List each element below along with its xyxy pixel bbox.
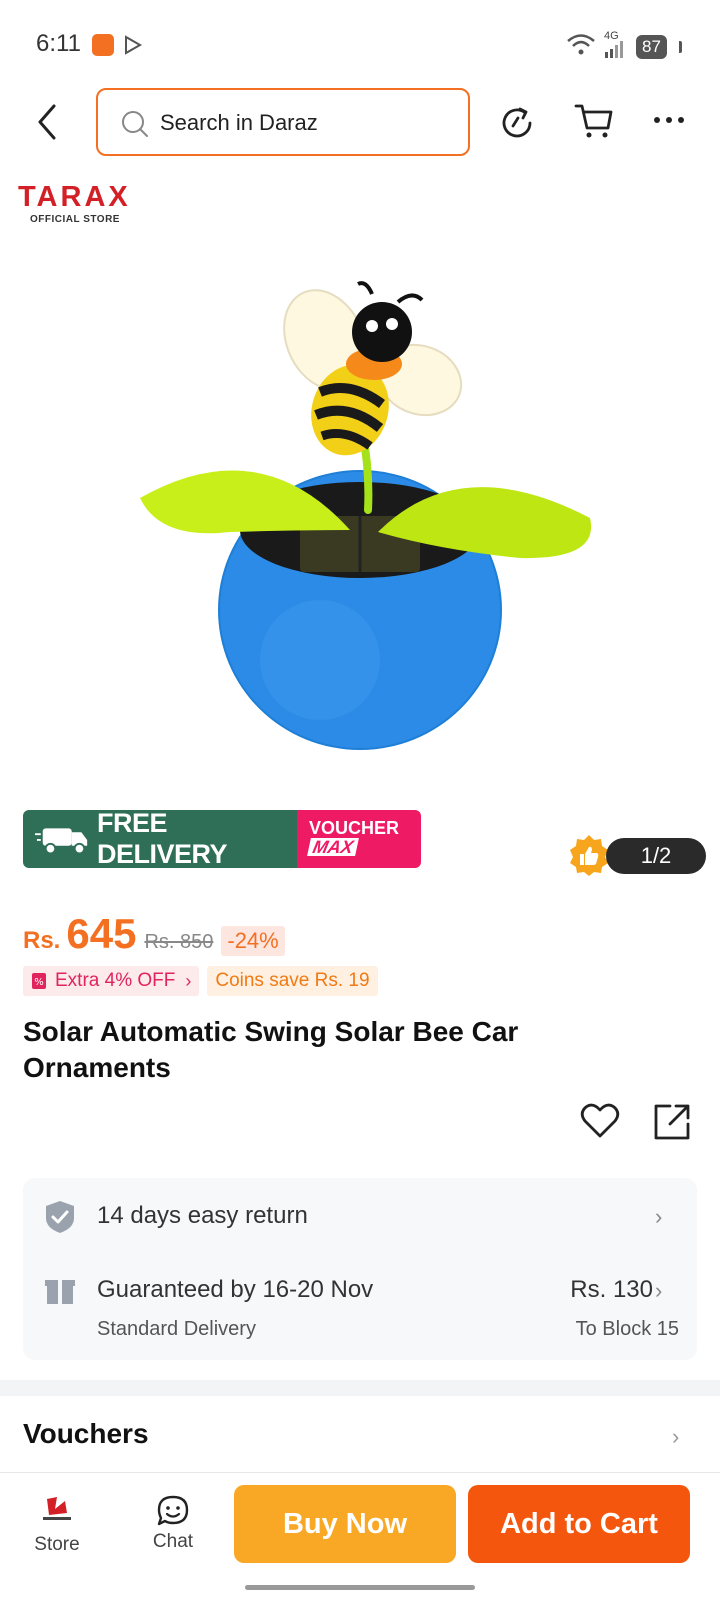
chat-tab-label: Chat bbox=[152, 1531, 194, 1552]
chevron-right-icon[interactable]: › bbox=[655, 1278, 662, 1304]
section-divider bbox=[0, 1380, 720, 1396]
svg-text:%: % bbox=[34, 977, 44, 988]
product-title: Solar Automatic Swing Solar Bee Car Orna… bbox=[23, 1016, 519, 1083]
heart-icon[interactable] bbox=[580, 1102, 620, 1140]
add-to-cart-button[interactable]: Add to Cart bbox=[468, 1485, 690, 1563]
voucher-max-text: MAX bbox=[307, 837, 359, 857]
app-notification-icon bbox=[92, 34, 114, 56]
shield-check-icon bbox=[46, 1201, 74, 1233]
status-time: 6:11 bbox=[36, 30, 81, 57]
cart-icon[interactable] bbox=[574, 102, 614, 140]
status-bar: 6:11 4G 87 bbox=[0, 0, 720, 80]
back-arrow-icon[interactable] bbox=[30, 102, 66, 142]
store-logo-icon bbox=[43, 1497, 71, 1520]
free-delivery-badge: FREE DELIVERY bbox=[23, 810, 297, 868]
promo-banner[interactable]: FREE DELIVERY VOUCHER MAX bbox=[23, 810, 421, 868]
price-currency: Rs. bbox=[23, 927, 61, 954]
service-info-card: 14 days easy return › Guaranteed by 16-2… bbox=[23, 1178, 697, 1360]
package-icon bbox=[45, 1280, 75, 1304]
delivery-price: Rs. 130 bbox=[570, 1276, 653, 1303]
thumbs-up-icon bbox=[570, 835, 608, 876]
delivery-guarantee-text[interactable]: Guaranteed by 16-20 Nov bbox=[97, 1276, 373, 1304]
delivery-destination: To Block 15 bbox=[575, 1318, 679, 1340]
return-policy-text[interactable]: 14 days easy return bbox=[97, 1202, 308, 1230]
search-icon bbox=[122, 111, 148, 137]
free-delivery-text: FREE DELIVERY bbox=[97, 810, 228, 868]
extra-off-tag[interactable]: % Extra 4% OFF › bbox=[23, 966, 200, 996]
chat-icon bbox=[157, 1495, 189, 1526]
store-logo-subtitle: OFFICIAL STORE bbox=[30, 214, 120, 225]
chevron-right-icon: › bbox=[185, 971, 192, 991]
promo-tags: % Extra 4% OFF › Coins save Rs. 19 bbox=[23, 966, 378, 996]
search-input[interactable]: Search in Daraz bbox=[96, 88, 470, 156]
play-store-icon bbox=[125, 35, 143, 55]
battery-icon bbox=[679, 41, 682, 53]
original-price: Rs. 850 bbox=[144, 931, 214, 953]
share-icon[interactable] bbox=[652, 1102, 692, 1142]
wifi-icon bbox=[567, 34, 595, 55]
voucher-text: VOUCHER bbox=[309, 818, 400, 838]
more-options-icon[interactable] bbox=[652, 110, 686, 130]
chevron-right-icon[interactable]: › bbox=[655, 1204, 662, 1230]
current-price: 645 bbox=[66, 910, 137, 957]
image-counter: 1/2 bbox=[606, 838, 706, 874]
delivery-type: Standard Delivery bbox=[97, 1318, 256, 1340]
chevron-right-icon[interactable]: › bbox=[672, 1424, 679, 1450]
buy-now-button[interactable]: Buy Now bbox=[234, 1485, 456, 1563]
battery-level: 87 bbox=[636, 35, 667, 59]
chat-tab[interactable]: Chat bbox=[140, 1495, 206, 1553]
extra-off-text: Extra 4% OFF bbox=[55, 970, 176, 991]
store-tab-label: Store bbox=[34, 1534, 80, 1555]
search-placeholder: Search in Daraz bbox=[160, 110, 318, 135]
home-indicator[interactable] bbox=[245, 1585, 475, 1590]
discount-badge: -24% bbox=[221, 926, 285, 956]
store-logo-title: TARAX bbox=[18, 181, 131, 213]
voucher-icon: % bbox=[32, 973, 46, 989]
delivery-truck-icon bbox=[35, 828, 88, 855]
signal-icon bbox=[605, 41, 623, 58]
refresh-icon[interactable] bbox=[498, 104, 536, 142]
voucher-max-badge: VOUCHER MAX bbox=[297, 810, 421, 868]
vouchers-title[interactable]: Vouchers bbox=[23, 1418, 149, 1450]
store-logo[interactable]: TARAX OFFICIAL STORE bbox=[18, 180, 158, 240]
price-row: Rs. 645 Rs. 850 -24% bbox=[23, 910, 285, 958]
coins-tag: Coins save Rs. 19 bbox=[207, 966, 378, 996]
product-image[interactable] bbox=[120, 280, 620, 780]
bottom-action-bar: Store Chat Buy Now Add to Cart bbox=[0, 1472, 720, 1600]
store-tab[interactable]: Store bbox=[24, 1495, 90, 1556]
